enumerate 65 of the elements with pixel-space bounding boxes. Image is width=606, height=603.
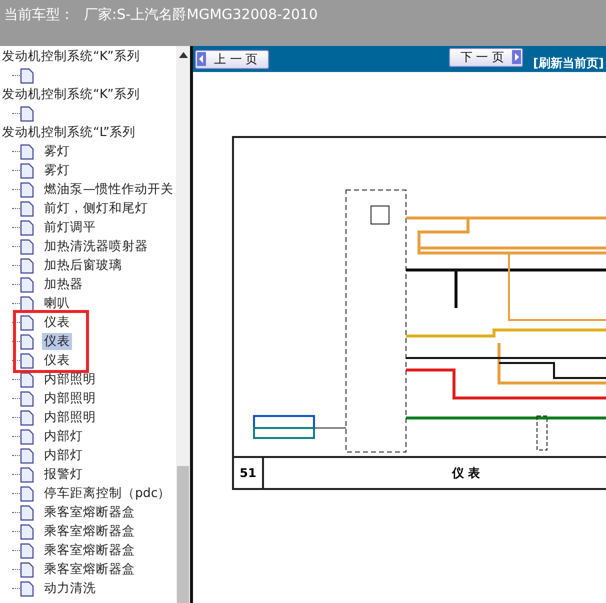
tree-item[interactable]: 加热清洗器喷射器 bbox=[42, 238, 150, 255]
tree-item[interactable]: 仪表 bbox=[42, 352, 72, 369]
tree-item[interactable]: 喇叭 bbox=[42, 295, 72, 312]
left-arrow-icon bbox=[197, 52, 206, 66]
tree-item[interactable]: 加热器 bbox=[42, 276, 85, 293]
tree-item[interactable]: 雾灯 bbox=[42, 162, 72, 179]
document-icon bbox=[20, 200, 34, 216]
tree-item[interactable]: 乘客室熔断器盒 bbox=[42, 561, 137, 578]
document-icon bbox=[20, 314, 34, 330]
previous-page-button[interactable]: 上 一 页 bbox=[195, 50, 269, 68]
document-icon bbox=[20, 580, 34, 596]
document-icon bbox=[20, 448, 34, 464]
document-icon bbox=[20, 334, 34, 350]
document-icon bbox=[20, 562, 34, 578]
document-icon bbox=[20, 504, 34, 520]
tree-item[interactable]: 乘客室熔断器盒 bbox=[42, 504, 137, 521]
tree-item[interactable]: 仪表 bbox=[42, 333, 72, 350]
document-icon bbox=[20, 428, 34, 444]
tree-group[interactable]: 发动机控制系统“L”系列 bbox=[0, 124, 136, 141]
document-icon bbox=[20, 486, 34, 502]
tree-item[interactable]: 内部照明 bbox=[42, 390, 98, 407]
tree-item[interactable]: 报警灯 bbox=[42, 466, 85, 483]
tree-item[interactable]: 燃油泵—惯性作动开关 bbox=[42, 181, 176, 198]
scrollbar-thumb[interactable] bbox=[177, 466, 189, 603]
document-icon bbox=[20, 410, 34, 426]
tree-item[interactable]: 雾灯 bbox=[42, 143, 72, 160]
document-icon bbox=[20, 466, 34, 482]
document-icon bbox=[20, 524, 34, 540]
tree-group[interactable]: 发动机控制系统“K”系列 bbox=[0, 48, 140, 65]
refresh-link[interactable]: [刷新当前页] bbox=[533, 54, 604, 72]
diagram-title: 仪 表 bbox=[450, 464, 482, 482]
document-icon bbox=[20, 144, 34, 160]
tree-item[interactable]: 前灯调平 bbox=[42, 219, 98, 236]
document-icon bbox=[20, 296, 34, 312]
document-icon bbox=[20, 220, 34, 236]
tree-item[interactable]: 内部灯 bbox=[42, 428, 85, 445]
next-page-button[interactable]: 下 一 页 bbox=[449, 48, 524, 66]
scroll-up-icon[interactable] bbox=[178, 52, 188, 58]
tree-item[interactable]: 乘客室熔断器盒 bbox=[42, 523, 137, 540]
document-icon bbox=[20, 182, 34, 198]
tree-group[interactable]: 发动机控制系统“K”系列 bbox=[0, 86, 140, 103]
document-icon bbox=[20, 162, 34, 178]
document-icon bbox=[20, 106, 34, 122]
document-icon bbox=[20, 542, 34, 558]
document-icon bbox=[20, 276, 34, 292]
car-model-value: 厂家:S-上汽名爵MGMG32008-2010 bbox=[84, 6, 318, 24]
document-icon bbox=[20, 68, 34, 84]
document-icon bbox=[20, 372, 34, 388]
tree-item[interactable]: 仪表 bbox=[42, 314, 72, 331]
document-icon bbox=[20, 258, 34, 274]
tree-item[interactable]: 动力清洗 bbox=[42, 580, 98, 597]
tree-item[interactable]: 内部照明 bbox=[42, 371, 98, 388]
tree-item[interactable]: 乘客室熔断器盒 bbox=[42, 542, 137, 559]
tree-item[interactable]: 停车距离控制（pdc） bbox=[42, 485, 173, 502]
tree-item[interactable]: 内部灯 bbox=[42, 447, 85, 464]
document-icon bbox=[20, 352, 34, 368]
right-arrow-icon bbox=[512, 50, 522, 64]
document-icon bbox=[20, 390, 34, 406]
tree-item[interactable]: 前灯，侧灯和尾灯 bbox=[42, 200, 150, 217]
tree-item[interactable]: 内部照明 bbox=[42, 409, 98, 426]
scrollbar[interactable] bbox=[176, 46, 190, 603]
document-icon bbox=[20, 238, 34, 254]
page-number: 51 bbox=[234, 458, 264, 488]
car-model-label: 当前车型： bbox=[4, 6, 74, 24]
tree-item[interactable]: 加热后窗玻璃 bbox=[42, 257, 124, 274]
